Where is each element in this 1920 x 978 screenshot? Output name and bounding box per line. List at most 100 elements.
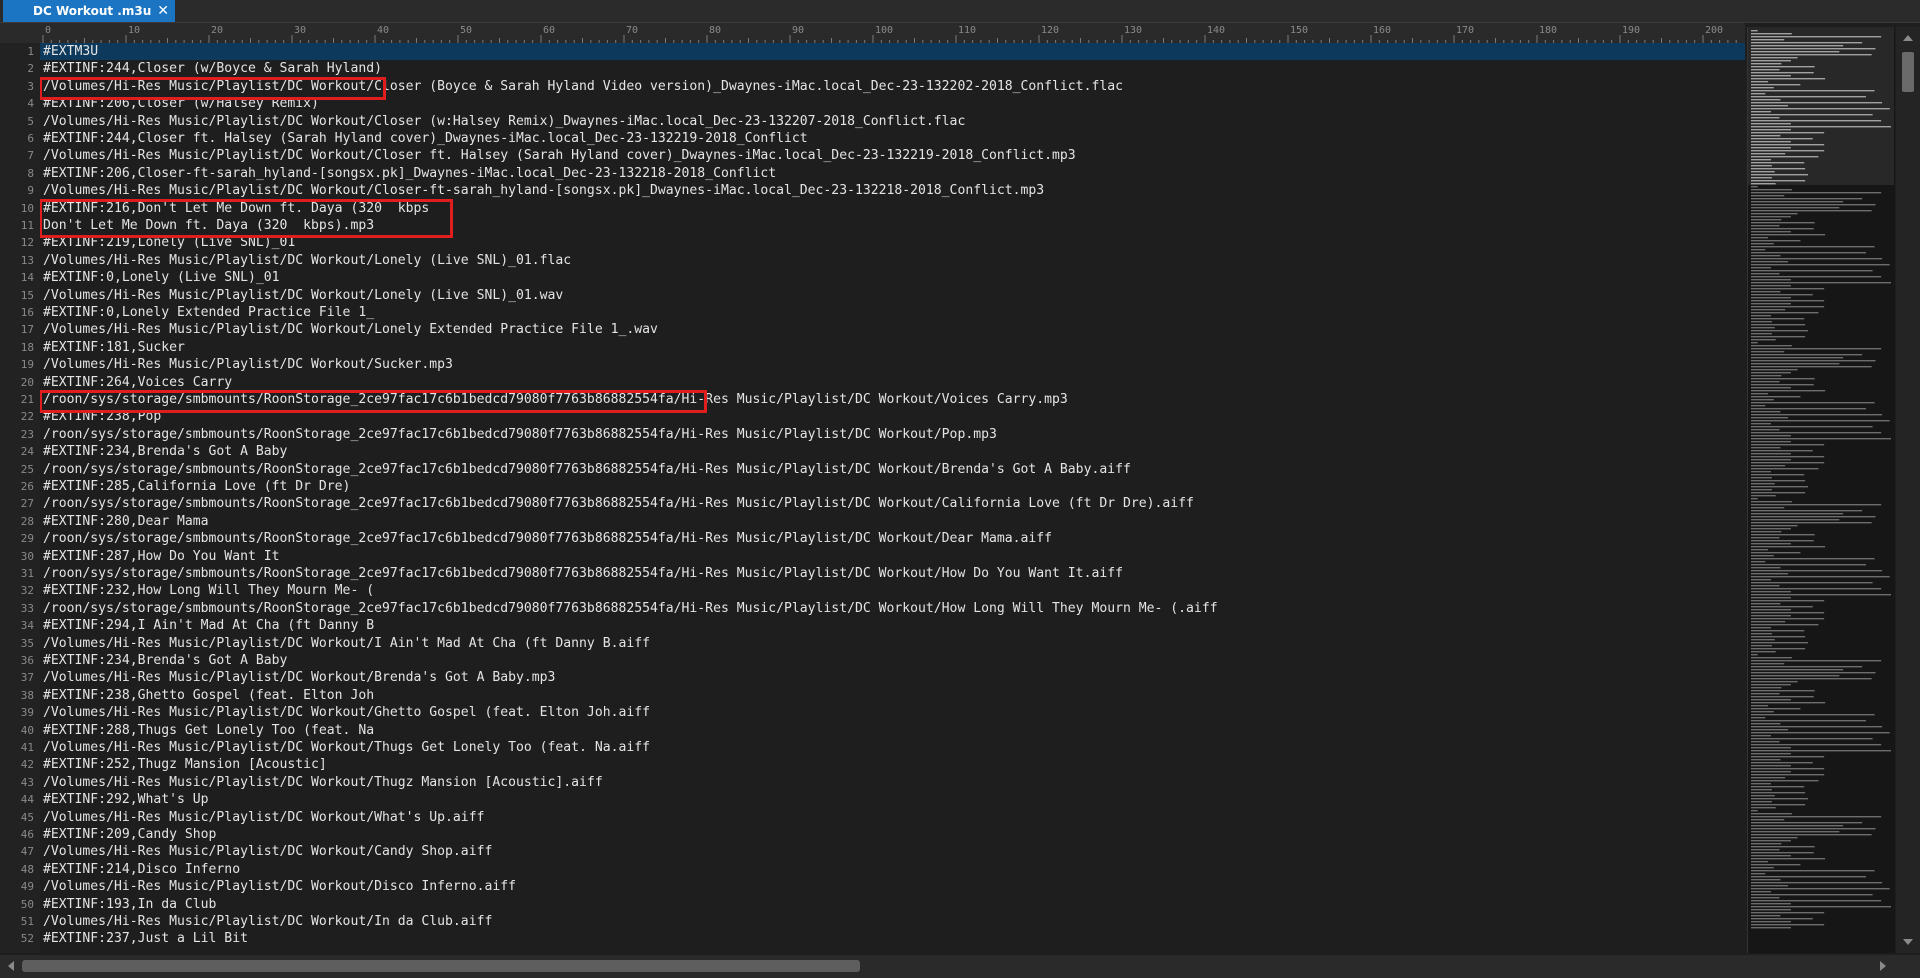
minimap-line <box>1751 336 1806 338</box>
ruler-label: 120 <box>1041 25 1059 36</box>
minimap-line <box>1751 639 1775 641</box>
code-line[interactable]: /Volumes/Hi-Res Music/Playlist/DC Workou… <box>43 78 1123 95</box>
code-line[interactable]: /Volumes/Hi-Res Music/Playlist/DC Workou… <box>43 843 492 860</box>
minimap-line <box>1751 750 1891 752</box>
minimap[interactable] <box>1747 27 1895 953</box>
code-line[interactable]: #EXTINF:252,Thugz Mansion [Acoustic] <box>43 756 327 773</box>
code-line[interactable]: #EXTINF:244,Closer ft. Halsey (Sarah Hyl… <box>43 130 808 147</box>
text-editor[interactable]: #EXTM3U #EXTINF:244,Closer (w/Boyce & Sar… <box>40 43 1745 953</box>
arrow-up-icon[interactable] <box>1903 35 1913 41</box>
code-line[interactable]: /Volumes/Hi-Res Music/Playlist/DC Workou… <box>43 287 563 304</box>
code-line[interactable]: /Volumes/Hi-Res Music/Playlist/DC Workou… <box>43 739 650 756</box>
tab-title: DC Workout .m3u <box>33 4 152 18</box>
minimap-line <box>1751 903 1791 905</box>
code-line[interactable]: /roon/sys/storage/smbmounts/RoonStorage_… <box>43 495 1194 512</box>
code-line[interactable]: /Volumes/Hi-Res Music/Playlist/DC Workou… <box>43 913 492 930</box>
tab-dc-workout[interactable]: DC Workout .m3u ✕ <box>3 0 175 22</box>
code-line[interactable]: #EXTINF:234,Brenda's Got A Baby <box>43 443 287 460</box>
code-line[interactable]: #EXTINF:294,I Ain't Mad At Cha (ft Danny… <box>43 617 374 634</box>
line-number: 34 <box>20 619 34 633</box>
line-number: 23 <box>20 427 34 441</box>
minimap-line <box>1751 819 1785 821</box>
code-line[interactable]: #EXTINF:238,Pop <box>43 408 161 425</box>
minimap-line <box>1751 735 1771 737</box>
arrow-left-icon[interactable] <box>8 961 14 971</box>
minimap-line <box>1751 582 1873 584</box>
code-line[interactable]: #EXTINF:193,In da Club <box>43 896 216 913</box>
code-line[interactable]: /Volumes/Hi-Res Music/Playlist/DC Workou… <box>43 774 603 791</box>
code-line[interactable]: /roon/sys/storage/smbmounts/RoonStorage_… <box>43 600 1218 617</box>
code-line[interactable]: /roon/sys/storage/smbmounts/RoonStorage_… <box>43 461 1131 478</box>
code-line[interactable]: /Volumes/Hi-Res Music/Playlist/DC Workou… <box>43 878 516 895</box>
minimap-line <box>1751 777 1786 779</box>
code-line[interactable]: /Volumes/Hi-Res Music/Playlist/DC Workou… <box>43 182 1044 199</box>
close-icon[interactable]: ✕ <box>157 2 169 20</box>
code-line[interactable]: #EXTINF:214,Disco Inferno <box>43 861 240 878</box>
horizontal-scrollbar[interactable] <box>0 955 1896 978</box>
code-line[interactable]: /Volumes/Hi-Res Music/Playlist/DC Workou… <box>43 809 484 826</box>
code-line[interactable]: #EXTINF:238,Ghetto Gospel (feat. Elton J… <box>43 687 374 704</box>
code-line[interactable]: Don't Let Me Down ft. Daya (320 kbps).mp… <box>43 217 374 234</box>
line-number: 41 <box>20 741 34 754</box>
line-number: 29 <box>20 532 34 546</box>
code-line[interactable]: /Volumes/Hi-Res Music/Playlist/DC Workou… <box>43 669 555 686</box>
minimap-line <box>1751 396 1801 398</box>
code-line[interactable]: #EXTINF:292,What's Up <box>43 791 209 808</box>
arrow-right-icon[interactable] <box>1880 961 1886 971</box>
code-line[interactable]: #EXTINF:287,How Do You Want It <box>43 548 280 565</box>
code-line[interactable]: #EXTINF:206,Closer-ft-sarah_hyland-[song… <box>43 165 776 182</box>
code-line[interactable]: /Volumes/Hi-Res Music/Playlist/DC Workou… <box>43 321 658 338</box>
code-line[interactable]: /Volumes/Hi-Res Music/Playlist/DC Workou… <box>43 252 571 269</box>
code-line[interactable]: /roon/sys/storage/smbmounts/RoonStorage_… <box>43 530 1052 547</box>
code-line[interactable]: #EXTINF:244,Closer (w/Boyce & Sarah Hyla… <box>43 60 382 77</box>
horizontal-scroll-thumb[interactable] <box>22 960 860 972</box>
minimap-line <box>1751 621 1786 623</box>
line-number: 18 <box>20 340 34 354</box>
minimap-line <box>1751 543 1791 545</box>
code-line[interactable]: #EXTINF:280,Dear Mama <box>43 513 209 530</box>
minimap-line <box>1751 921 1791 923</box>
code-line[interactable]: /Volumes/Hi-Res Music/Playlist/DC Workou… <box>43 704 650 721</box>
vertical-scroll-thumb[interactable] <box>1902 52 1914 92</box>
code-line[interactable]: #EXTINF:234,Brenda's Got A Baby <box>43 652 287 669</box>
arrow-down-icon[interactable] <box>1903 939 1913 945</box>
code-line[interactable]: #EXTINF:206,Closer (w/Halsey Remix) <box>43 95 319 112</box>
tab-bar: DC Workout .m3u ✕ <box>0 0 1920 23</box>
minimap-line <box>1751 822 1863 824</box>
minimap-line <box>1751 393 1769 395</box>
code-line[interactable]: #EXTINF:0,Lonely Extended Practice File … <box>43 304 374 321</box>
code-line[interactable]: /roon/sys/storage/smbmounts/RoonStorage_… <box>43 565 1123 582</box>
code-line[interactable]: /Volumes/Hi-Res Music/Playlist/DC Workou… <box>43 147 1076 164</box>
minimap-line <box>1751 804 1806 806</box>
minimap-viewport[interactable] <box>1748 27 1894 185</box>
minimap-line <box>1751 372 1791 374</box>
minimap-line <box>1751 249 1766 251</box>
code-line[interactable]: #EXTM3U <box>43 43 98 60</box>
minimap-line <box>1751 333 1772 335</box>
code-line[interactable]: #EXTINF:216,Don't Let Me Down ft. Daya (… <box>43 200 429 217</box>
code-line[interactable]: #EXTINF:264,Voices Carry <box>43 374 232 391</box>
code-line[interactable]: #EXTINF:237,Just a Lil Bit <box>43 930 248 947</box>
code-line[interactable]: /Volumes/Hi-Res Music/Playlist/DC Workou… <box>43 356 453 373</box>
code-line[interactable]: #EXTINF:0,Lonely (Live SNL)_01 <box>43 269 280 286</box>
code-line[interactable]: #EXTINF:181,Sucker <box>43 339 185 356</box>
minimap-line <box>1751 774 1825 776</box>
code-line[interactable]: #EXTINF:209,Candy Shop <box>43 826 216 843</box>
minimap-line <box>1751 450 1813 452</box>
code-line[interactable]: /roon/sys/storage/smbmounts/RoonStorage_… <box>43 391 1068 408</box>
code-line[interactable]: /Volumes/Hi-Res Music/Playlist/DC Workou… <box>43 113 965 130</box>
code-line[interactable]: #EXTINF:232,How Long Will They Mourn Me-… <box>43 582 374 599</box>
minimap-line <box>1751 906 1891 908</box>
minimap-line <box>1751 783 1771 785</box>
code-line[interactable]: #EXTINF:219,Lonely (Live SNL)_01 <box>43 234 295 251</box>
code-line[interactable]: #EXTINF:285,California Love (ft Dr Dre) <box>43 478 350 495</box>
minimap-line <box>1751 495 1776 497</box>
minimap-line <box>1751 870 1875 872</box>
minimap-line <box>1751 723 1781 725</box>
vertical-scrollbar[interactable] <box>1896 27 1920 953</box>
code-line[interactable]: #EXTINF:288,Thugs Get Lonely Too (feat. … <box>43 722 374 739</box>
code-line[interactable]: /roon/sys/storage/smbmounts/RoonStorage_… <box>43 426 997 443</box>
line-number: 48 <box>20 862 34 876</box>
minimap-line <box>1751 618 1825 620</box>
code-line[interactable]: /Volumes/Hi-Res Music/Playlist/DC Workou… <box>43 635 650 652</box>
